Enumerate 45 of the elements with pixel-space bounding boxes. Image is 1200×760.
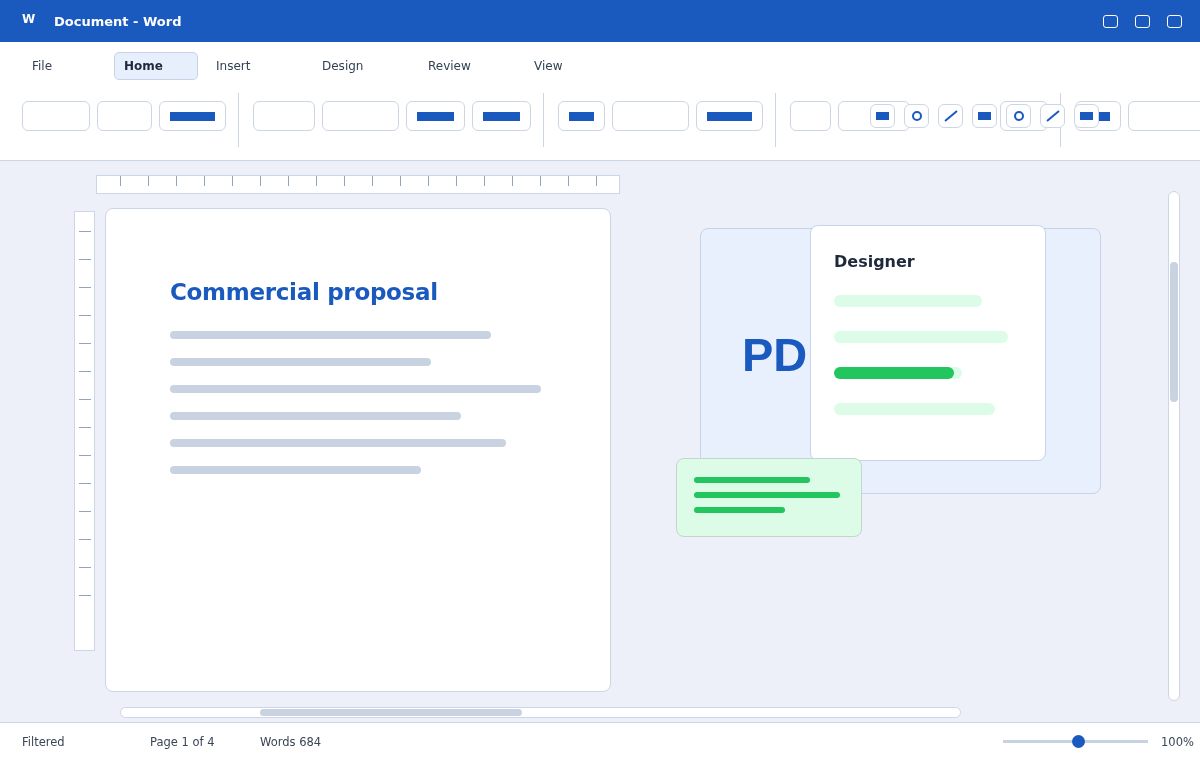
panel-title: Designer (834, 252, 916, 271)
tool-button[interactable] (870, 104, 895, 128)
ribbon-tab[interactable]: Home (114, 52, 198, 80)
ribbon-tab[interactable]: View (524, 52, 608, 80)
tool-button[interactable] (938, 104, 963, 128)
ribbon-tab[interactable]: File (22, 52, 106, 80)
window-button[interactable] (1103, 14, 1118, 28)
circle-icon (1013, 111, 1024, 121)
vertical-scrollbar[interactable] (1168, 191, 1180, 701)
tool-button[interactable] (1040, 104, 1065, 128)
line-icon (1045, 110, 1060, 122)
window-button[interactable] (1135, 14, 1150, 28)
filter-status: Filtered (22, 734, 66, 749)
bar-icon (483, 111, 520, 121)
window-button[interactable] (1167, 14, 1182, 28)
rectangle-icon (876, 112, 889, 120)
zoom-level: 100% (1161, 734, 1195, 749)
window-title: Document - Word (54, 13, 183, 29)
rectangle-icon (1080, 112, 1093, 120)
word-count: Words 684 (260, 734, 323, 749)
ribbon-tab[interactable]: Design (312, 52, 396, 80)
ribbon-button[interactable] (406, 101, 465, 131)
ribbon-tab[interactable]: Review (418, 52, 502, 80)
app-logo: W (22, 12, 37, 26)
bar-icon (170, 111, 215, 121)
slider-thumb[interactable] (1071, 735, 1085, 748)
document-title: Commercial proposal (170, 278, 439, 307)
bar-icon (569, 111, 594, 121)
pdf-label: PD (742, 327, 808, 382)
ribbon-tab[interactable]: Insert (206, 52, 290, 80)
page-count: Page 1 of 4 (150, 734, 216, 749)
horizontal-scrollbar[interactable] (120, 707, 961, 718)
ribbon-button[interactable] (696, 101, 763, 131)
tool-button[interactable] (1006, 104, 1031, 128)
ribbon-button[interactable] (558, 101, 605, 131)
ribbon-button[interactable] (159, 101, 226, 131)
tool-button[interactable] (904, 104, 929, 128)
line-icon (943, 110, 958, 122)
rectangle-icon (978, 112, 991, 120)
tool-button[interactable] (972, 104, 997, 128)
ribbon-button[interactable] (472, 101, 531, 131)
bar-icon (707, 111, 752, 121)
tool-button[interactable] (1074, 104, 1099, 128)
circle-icon (911, 111, 922, 121)
bar-icon (417, 111, 454, 121)
